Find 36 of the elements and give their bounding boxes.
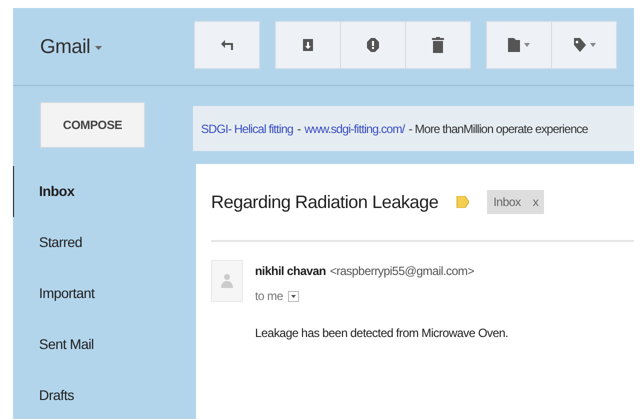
gmail-logo[interactable]: Gmail: [40, 36, 90, 59]
recipient-text: to me: [255, 289, 284, 303]
caret-icon: [590, 43, 596, 47]
ad-text: - More thanMillion operate experience: [408, 122, 588, 136]
folder-icon: [508, 38, 520, 52]
delete-button[interactable]: [405, 21, 471, 69]
message-body: Leakage has been detected from Microwave Oven.: [255, 326, 508, 340]
ad-url-link[interactable]: www.sdgi-fitting.com/: [304, 122, 405, 136]
folder-item[interactable]: Inbox: [13, 166, 193, 217]
move-button[interactable]: [486, 21, 552, 69]
spam-button[interactable]: [340, 21, 406, 69]
reply-arrow-icon: [220, 39, 234, 51]
ad-title-link[interactable]: SDGI- Helical fitting: [201, 122, 294, 136]
caret-icon: [291, 294, 296, 298]
sender-name: nikhil chavan: [255, 264, 326, 278]
subject: Regarding Radiation Leakage: [211, 192, 438, 212]
caret-icon: [95, 46, 102, 50]
tag-label: Inbox: [493, 195, 521, 209]
sender-email: <raspberrypi55@gmail.com>: [330, 264, 474, 278]
archive-button[interactable]: [275, 21, 341, 69]
remove-tag-button[interactable]: x: [532, 195, 538, 209]
trash-icon: [432, 37, 444, 53]
folder-item[interactable]: Starred: [13, 217, 193, 268]
label-button[interactable]: [551, 21, 617, 69]
avatar-icon: [211, 260, 243, 302]
folder-item[interactable]: Important: [13, 268, 193, 319]
tag-icon: [572, 38, 586, 52]
compose-button[interactable]: COMPOSE: [40, 102, 145, 148]
caret-icon: [524, 43, 530, 47]
archive-icon: [302, 38, 314, 52]
details-dropdown-button[interactable]: [288, 290, 300, 302]
ad-separator: -: [297, 122, 301, 136]
folder-item[interactable]: Sent Mail: [13, 319, 193, 370]
exclamation-icon: [367, 38, 379, 52]
importance-marker-icon[interactable]: [456, 196, 470, 208]
folder-item[interactable]: Drafts: [13, 370, 193, 419]
